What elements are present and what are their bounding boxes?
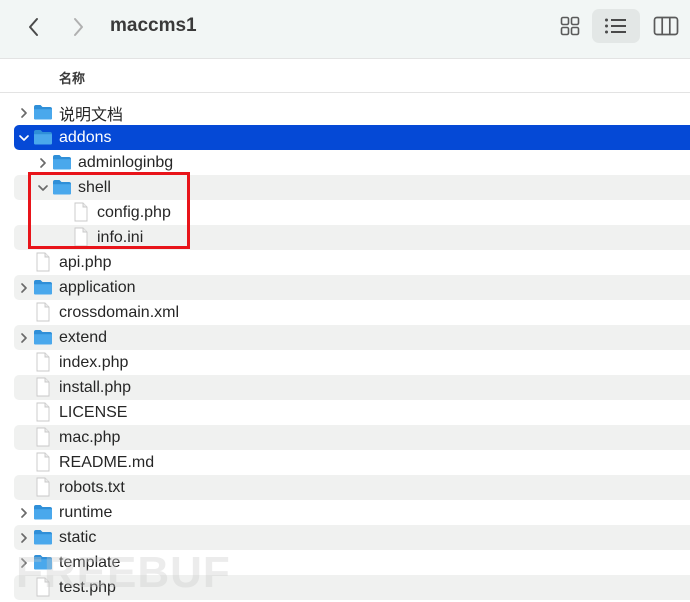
disclosure-expanded-icon[interactable]: [18, 132, 30, 144]
column-view-button[interactable]: [642, 9, 690, 43]
file-name: 说明文档: [59, 106, 124, 124]
file-name: config.php: [97, 203, 171, 221]
file-name: extend: [59, 328, 108, 346]
disclosure-collapsed-icon[interactable]: [18, 332, 30, 344]
folder-icon: [33, 327, 53, 347]
list-item[interactable]: info.ini: [14, 225, 690, 250]
list-item[interactable]: static: [14, 525, 690, 550]
list-item[interactable]: test.php: [14, 575, 690, 600]
finder-toolbar: maccms1: [0, 0, 690, 59]
file-name: template: [59, 553, 121, 571]
document-icon: [33, 377, 53, 397]
file-name: crossdomain.xml: [59, 303, 180, 321]
file-name: addons: [59, 128, 112, 146]
list-item[interactable]: shell: [14, 175, 690, 200]
file-list: 说明文档 addons adminloginbg shell config.php inf…: [0, 100, 690, 600]
document-icon: [33, 302, 53, 322]
list-item[interactable]: mac.php: [14, 425, 690, 450]
list-icon: [605, 18, 626, 34]
folder-icon: [52, 152, 72, 172]
file-name: index.php: [59, 353, 129, 371]
folder-icon: [33, 102, 53, 122]
document-icon: [33, 402, 53, 422]
document-icon: [33, 252, 53, 272]
file-name: api.php: [59, 253, 112, 271]
columns-icon: [653, 16, 679, 36]
back-button[interactable]: [22, 14, 46, 40]
document-icon: [71, 202, 91, 222]
folder-icon: [52, 177, 72, 197]
folder-icon: [33, 277, 53, 297]
disclosure-collapsed-icon[interactable]: [18, 507, 30, 519]
disclosure-collapsed-icon[interactable]: [37, 157, 49, 169]
list-item[interactable]: application: [14, 275, 690, 300]
file-name: install.php: [59, 378, 132, 396]
disclosure-collapsed-icon[interactable]: [18, 282, 30, 294]
forward-button[interactable]: [66, 14, 90, 40]
file-name: shell: [78, 178, 111, 196]
file-name: LICENSE: [59, 403, 128, 421]
chevron-right-icon: [74, 18, 83, 36]
list-item[interactable]: crossdomain.xml: [14, 300, 690, 325]
list-item[interactable]: install.php: [14, 375, 690, 400]
document-icon: [33, 452, 53, 472]
list-item[interactable]: runtime: [14, 500, 690, 525]
document-icon: [33, 477, 53, 497]
file-name: robots.txt: [59, 478, 125, 496]
file-name: info.ini: [97, 228, 144, 246]
disclosure-collapsed-icon[interactable]: [18, 557, 30, 569]
list-item[interactable]: 说明文档: [14, 100, 690, 125]
list-item[interactable]: extend: [14, 325, 690, 350]
list-item[interactable]: api.php: [14, 250, 690, 275]
disclosure-expanded-icon[interactable]: [37, 182, 49, 194]
name-column-header[interactable]: 名称: [59, 68, 85, 87]
folder-icon: [33, 552, 53, 572]
chevron-left-icon: [29, 18, 38, 36]
list-item[interactable]: index.php: [14, 350, 690, 375]
list-item[interactable]: addons: [14, 125, 690, 150]
file-name: adminloginbg: [78, 153, 174, 171]
list-item[interactable]: README.md: [14, 450, 690, 475]
file-name: test.php: [59, 578, 116, 596]
file-name: mac.php: [59, 428, 121, 446]
list-item[interactable]: template: [14, 550, 690, 575]
list-header: 名称: [0, 59, 690, 93]
window-title: maccms1: [110, 15, 197, 36]
list-item[interactable]: adminloginbg: [14, 150, 690, 175]
grid-icon: [560, 16, 580, 36]
document-icon: [33, 352, 53, 372]
file-name: static: [59, 528, 97, 546]
folder-icon: [33, 502, 53, 522]
list-item[interactable]: LICENSE: [14, 400, 690, 425]
list-item[interactable]: robots.txt: [14, 475, 690, 500]
disclosure-collapsed-icon[interactable]: [18, 107, 30, 119]
document-icon: [33, 577, 53, 597]
file-name: application: [59, 278, 136, 296]
disclosure-collapsed-icon[interactable]: [18, 532, 30, 544]
file-name: runtime: [59, 503, 113, 521]
folder-icon: [33, 527, 53, 547]
folder-icon: [33, 127, 53, 147]
document-icon: [33, 427, 53, 447]
list-item[interactable]: config.php: [14, 200, 690, 225]
document-icon: [71, 227, 91, 247]
icon-view-button[interactable]: [546, 9, 594, 43]
file-name: README.md: [59, 453, 155, 471]
list-view-button[interactable]: [592, 9, 640, 43]
